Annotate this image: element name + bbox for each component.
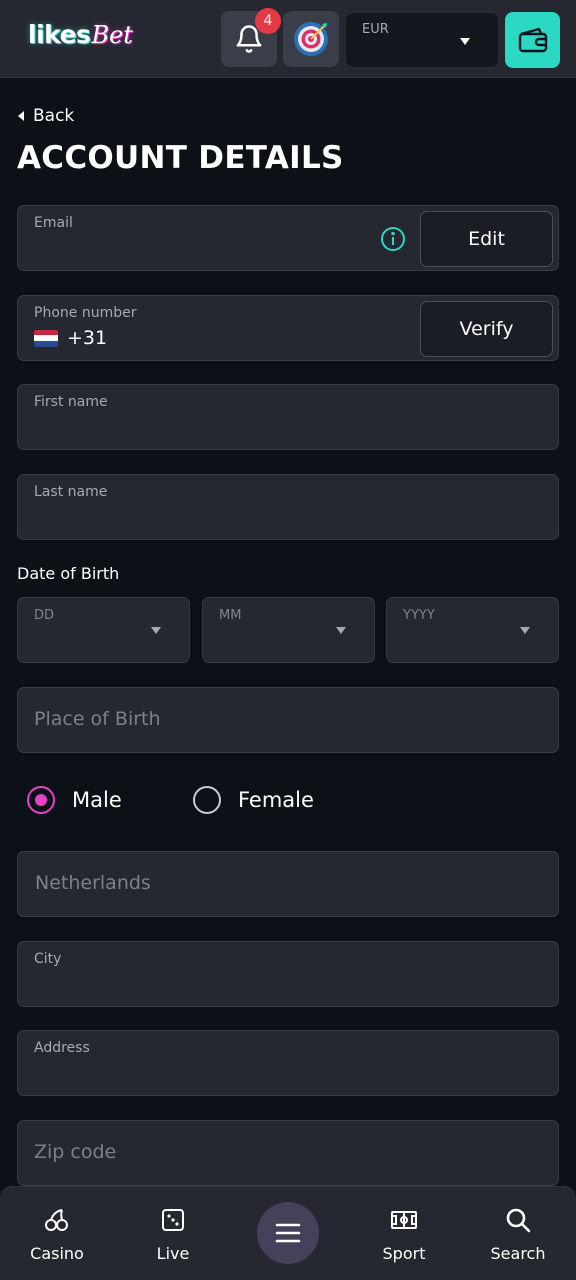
last-name-label: Last name <box>34 484 108 500</box>
back-link[interactable]: Back <box>18 106 74 126</box>
page-title: ACCOUNT DETAILS <box>17 140 344 176</box>
dob-label: Date of Birth <box>17 564 120 583</box>
info-icon[interactable] <box>380 226 406 252</box>
gender-female-radio[interactable]: Female <box>193 786 314 814</box>
top-header: likes Bet 4 EUR <box>0 0 576 78</box>
cherries-icon <box>45 1209 68 1231</box>
phone-label: Phone number <box>34 305 137 321</box>
nav-item-live[interactable]: Live <box>150 1187 196 1280</box>
gender-male-label: Male <box>72 788 122 812</box>
edit-email-button[interactable]: Edit <box>420 211 553 267</box>
zip-code-placeholder: Zip code <box>34 1141 117 1163</box>
logo-text-bet: Bet <box>91 21 133 49</box>
wallet-button[interactable] <box>505 12 560 68</box>
brand-logo[interactable]: likes Bet <box>28 20 133 56</box>
radio-checked-icon <box>27 786 55 814</box>
city-field[interactable]: City <box>17 941 559 1007</box>
promotions-button[interactable] <box>283 11 339 67</box>
city-label: City <box>34 951 62 967</box>
gender-male-radio[interactable]: Male <box>27 786 122 814</box>
place-of-birth-field[interactable]: Place of Birth <box>17 687 559 753</box>
search-icon <box>506 1208 531 1233</box>
nav-item-search[interactable]: Search <box>486 1187 550 1280</box>
email-field[interactable]: Email Edit <box>17 205 559 271</box>
nav-label-search: Search <box>490 1244 546 1263</box>
country-value: Netherlands <box>35 872 151 894</box>
email-label: Email <box>34 215 73 231</box>
nav-item-casino[interactable]: Casino <box>24 1187 90 1280</box>
gender-female-label: Female <box>238 788 314 812</box>
dob-year-select[interactable]: YYYY <box>386 597 559 663</box>
main-menu-button[interactable] <box>257 1202 319 1264</box>
currency-label: EUR <box>362 22 389 37</box>
netherlands-flag-icon <box>34 329 58 347</box>
back-label: Back <box>33 106 75 126</box>
nav-label-sport: Sport <box>382 1244 426 1263</box>
football-field-icon <box>391 1211 417 1229</box>
logo-text-likes: likes <box>28 20 91 49</box>
address-field[interactable]: Address <box>17 1030 559 1096</box>
phone-value: +31 <box>34 327 107 349</box>
place-of-birth-placeholder: Place of Birth <box>34 708 161 730</box>
target-icon <box>294 22 328 56</box>
radio-unchecked-icon <box>193 786 221 814</box>
dob-year-placeholder: YYYY <box>403 608 435 623</box>
address-label: Address <box>34 1040 90 1056</box>
menu-icon <box>275 1223 301 1243</box>
verify-phone-button[interactable]: Verify <box>420 301 553 357</box>
dob-month-placeholder: MM <box>219 608 242 623</box>
first-name-label: First name <box>34 394 108 410</box>
dob-month-select[interactable]: MM <box>202 597 375 663</box>
dob-day-placeholder: DD <box>34 608 55 623</box>
app-root: likes Bet 4 EUR Back ACCOUNT DETAILS Ema… <box>0 0 576 1280</box>
chevron-down-icon <box>151 627 161 634</box>
country-field[interactable]: Netherlands <box>17 851 559 917</box>
notifications-badge: 4 <box>255 8 281 34</box>
chevron-down-icon <box>336 627 346 634</box>
chevron-down-icon <box>520 627 530 634</box>
chevron-left-icon <box>18 111 24 121</box>
nav-label-live: Live <box>156 1244 190 1263</box>
zip-code-field[interactable]: Zip code <box>17 1120 559 1186</box>
last-name-field[interactable]: Last name <box>17 474 559 540</box>
phone-field[interactable]: Phone number +31 Verify <box>17 295 559 361</box>
bottom-navigation: Casino Live Sport Search <box>0 1186 576 1280</box>
wallet-icon <box>518 27 547 53</box>
chevron-down-icon <box>460 38 470 45</box>
dice-icon <box>162 1209 184 1231</box>
nav-item-sport[interactable]: Sport <box>376 1187 432 1280</box>
dob-day-select[interactable]: DD <box>17 597 190 663</box>
currency-selector[interactable]: EUR <box>345 12 499 68</box>
phone-country-code: +31 <box>67 327 108 349</box>
nav-label-casino: Casino <box>30 1244 84 1263</box>
first-name-field[interactable]: First name <box>17 384 559 450</box>
